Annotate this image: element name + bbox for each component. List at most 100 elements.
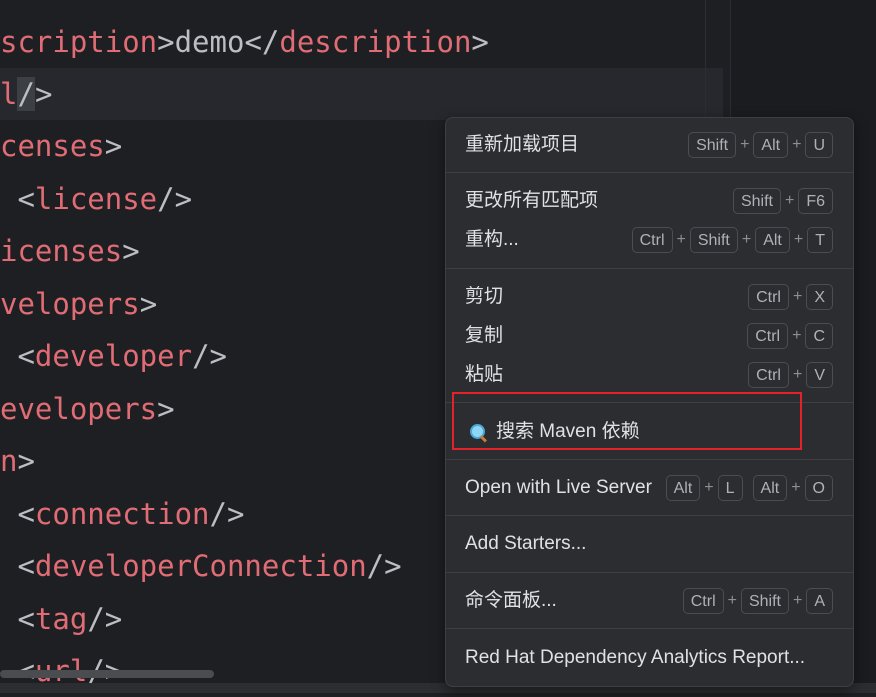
plus-separator: + bbox=[792, 366, 803, 383]
code-punctuation: /> bbox=[366, 549, 402, 583]
code-tag-name: connection bbox=[34, 497, 210, 531]
menu-item-paste[interactable]: 粘贴 Ctrl + V bbox=[446, 357, 853, 393]
code-line: scription>demo</description> bbox=[0, 16, 489, 68]
shortcut: Alt + L Alt + O bbox=[665, 474, 833, 502]
code-line: n> bbox=[0, 435, 35, 487]
shortcut: Ctrl + Shift + Alt + T bbox=[631, 226, 833, 254]
code-punctuation: /> bbox=[87, 602, 123, 636]
code-punctuation: /> bbox=[157, 182, 193, 216]
code-punctuation: > bbox=[471, 25, 489, 59]
code-punctuation: > bbox=[139, 287, 158, 321]
code-line: <license/> bbox=[0, 173, 192, 225]
plus-separator: + bbox=[792, 136, 802, 153]
menu-item-command-palette[interactable]: 命令面板... Ctrl + Shift + A bbox=[446, 583, 853, 619]
code-punctuation: /> bbox=[192, 339, 227, 373]
key-cap: Alt bbox=[753, 132, 789, 158]
menu-separator bbox=[446, 628, 853, 629]
code-punctuation: > bbox=[104, 129, 123, 163]
code-tag-name: tag bbox=[34, 602, 88, 636]
menu-item-label: 更改所有匹配项 bbox=[465, 190, 599, 211]
code-tag-name: icenses bbox=[0, 234, 123, 268]
code-tag-name: n bbox=[0, 444, 18, 478]
key-cap: Alt bbox=[755, 227, 790, 253]
menu-separator bbox=[446, 459, 853, 460]
menu-item-label: 重构... bbox=[465, 229, 519, 250]
menu-item-label: 粘贴 bbox=[465, 364, 504, 385]
code-punctuation: > bbox=[34, 77, 53, 111]
plus-separator: + bbox=[792, 592, 803, 609]
menu-item-copy[interactable]: 复制 Ctrl + C bbox=[446, 318, 853, 354]
code-punctuation: > bbox=[17, 444, 35, 478]
code-punctuation: > bbox=[157, 392, 175, 426]
plus-separator: + bbox=[676, 231, 686, 248]
key-cap: Alt bbox=[752, 475, 788, 501]
code-punctuation: < bbox=[0, 549, 35, 583]
key-cap: C bbox=[805, 323, 833, 349]
code-tag-name: license bbox=[34, 182, 158, 216]
menu-item-refactor[interactable]: 重构... Ctrl + Shift + Alt + T bbox=[446, 222, 853, 258]
shortcut: Ctrl + Shift + A bbox=[682, 587, 833, 615]
code-punctuation: /> bbox=[209, 497, 245, 531]
horizontal-scrollbar[interactable] bbox=[0, 670, 214, 678]
plus-separator: + bbox=[704, 479, 714, 496]
menu-separator bbox=[446, 515, 853, 516]
key-cap: U bbox=[805, 132, 833, 158]
shortcut: Shift + F6 bbox=[732, 187, 833, 215]
shortcut: Ctrl + C bbox=[747, 322, 833, 350]
menu-item-add-starters[interactable]: Add Starters... bbox=[446, 526, 853, 562]
code-tag-name: l bbox=[0, 77, 18, 111]
menu-item-change-all-occurrences[interactable]: 更改所有匹配项 Shift + F6 bbox=[446, 183, 853, 219]
key-cap: Alt bbox=[665, 475, 701, 501]
code-line: censes> bbox=[0, 120, 122, 172]
plus-separator: + bbox=[727, 592, 737, 609]
key-cap: Shift bbox=[740, 588, 789, 614]
code-punctuation: < bbox=[0, 497, 35, 531]
shortcut: Ctrl + X bbox=[748, 283, 833, 311]
code-tag-name: censes bbox=[0, 129, 105, 163]
menu-item-label: Add Starters... bbox=[465, 533, 587, 554]
code-punctuation: < bbox=[0, 339, 35, 373]
key-cap: O bbox=[804, 475, 833, 501]
menu-item-label: Red Hat Dependency Analytics Report... bbox=[465, 647, 806, 668]
key-cap: Shift bbox=[689, 227, 738, 253]
key-cap: Ctrl bbox=[682, 588, 724, 614]
highlight-annotation-box bbox=[452, 392, 802, 450]
code-tag-name: velopers bbox=[0, 287, 140, 321]
code-line: velopers> bbox=[0, 278, 157, 330]
code-line: evelopers> bbox=[0, 383, 175, 435]
menu-item-reload-project[interactable]: 重新加载项目 Shift + Alt + U bbox=[446, 127, 853, 163]
key-cap: V bbox=[806, 362, 833, 388]
menu-separator bbox=[446, 172, 853, 173]
key-cap: F6 bbox=[798, 188, 833, 214]
menu-item-red-hat-report[interactable]: Red Hat Dependency Analytics Report... bbox=[446, 640, 853, 676]
key-cap: X bbox=[806, 284, 833, 310]
key-cap: Shift bbox=[688, 132, 737, 158]
code-line: icenses> bbox=[0, 225, 140, 277]
code-line: <developerConnection/> bbox=[0, 540, 402, 592]
key-cap: Ctrl bbox=[748, 284, 789, 310]
code-tag-name: description bbox=[279, 25, 472, 59]
menu-item-cut[interactable]: 剪切 Ctrl + X bbox=[446, 279, 853, 315]
menu-item-label: 重新加载项目 bbox=[465, 134, 580, 155]
plus-separator: + bbox=[792, 288, 803, 305]
code-tag-name: developerConnection bbox=[34, 549, 367, 583]
plus-separator: + bbox=[740, 136, 750, 153]
menu-item-label: 命令面板... bbox=[465, 590, 557, 611]
current-line-highlight bbox=[0, 68, 723, 120]
text-cursor-char: / bbox=[17, 77, 35, 111]
code-line: <tag/> bbox=[0, 593, 122, 645]
code-line: l/> bbox=[0, 68, 52, 120]
key-cap: Ctrl bbox=[747, 323, 789, 349]
menu-item-label: 剪切 bbox=[465, 286, 504, 307]
code-text: >demo</ bbox=[157, 25, 280, 59]
plus-separator: + bbox=[793, 231, 804, 248]
key-cap: Shift bbox=[732, 188, 781, 214]
plus-separator: + bbox=[792, 327, 802, 344]
menu-separator bbox=[446, 268, 853, 269]
code-tag-name: developer bbox=[34, 339, 193, 373]
key-cap: A bbox=[806, 588, 833, 614]
plus-separator: + bbox=[741, 231, 752, 248]
shortcut: Shift + Alt + U bbox=[688, 131, 833, 159]
menu-item-open-live-server[interactable]: Open with Live Server Alt + L Alt + O bbox=[446, 470, 853, 506]
code-line: <connection/> bbox=[0, 488, 244, 540]
